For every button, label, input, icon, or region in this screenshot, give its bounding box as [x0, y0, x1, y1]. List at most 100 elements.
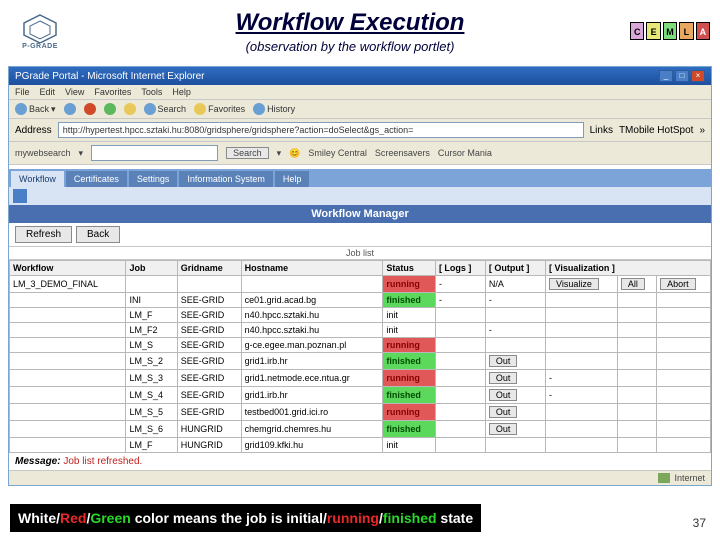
links-item[interactable]: TMobile HotSpot [619, 125, 693, 136]
status-cell: running [383, 370, 436, 387]
statusbar: Internet [9, 470, 711, 485]
address-input[interactable] [58, 122, 584, 138]
favorites-button[interactable]: Favorites [194, 103, 245, 115]
workflow-manager-title: Workflow Manager [9, 205, 711, 223]
output-button[interactable]: Out [489, 372, 518, 384]
output-button[interactable]: Out [489, 406, 518, 418]
viz-button[interactable]: Abort [660, 278, 696, 290]
close-button[interactable]: × [691, 70, 705, 82]
tab-certificates[interactable]: Certificates [66, 171, 127, 187]
status-cell: finished [383, 387, 436, 404]
opt-screensavers[interactable]: Screensavers [375, 148, 430, 158]
search-button[interactable]: Search [144, 103, 187, 115]
logo-label: P-GRADE [22, 43, 58, 50]
table-row: LM_S_6HUNGRIDchemgrid.chemres.hufinished… [10, 421, 711, 438]
forward-button[interactable] [64, 103, 76, 115]
refresh-button[interactable] [104, 103, 116, 115]
status-cell: running [383, 404, 436, 421]
links-label: Links [590, 125, 613, 136]
address-label: Address [15, 125, 52, 136]
stop-icon [84, 103, 96, 115]
col-1: Job [126, 261, 177, 276]
menu-file[interactable]: File [15, 87, 30, 97]
back-icon [15, 103, 27, 115]
refresh-icon [104, 103, 116, 115]
search-icon [144, 103, 156, 115]
websearch-input[interactable] [91, 145, 218, 161]
tab-infosys[interactable]: Information System [179, 171, 273, 187]
status-cell: running [383, 276, 436, 293]
forward-icon [64, 103, 76, 115]
home-icon [124, 103, 136, 115]
col-5: [ Logs ] [435, 261, 485, 276]
output-button[interactable]: Out [489, 355, 518, 367]
menu-edit[interactable]: Edit [40, 87, 56, 97]
table-row: LM_F2SEE-GRIDn40.hpcc.sztaki.huinit- [10, 323, 711, 338]
table-row: LM_S_4SEE-GRIDgrid1.irb.hrfinishedOut- [10, 387, 711, 404]
window-title: PGrade Portal - Microsoft Internet Explo… [15, 71, 205, 82]
puzzle-logo: C E M L A [630, 11, 710, 51]
history-icon [253, 103, 265, 115]
tab-workflow[interactable]: Workflow [11, 171, 64, 187]
minimize-button[interactable]: _ [659, 70, 673, 82]
pgrade-logo: P-GRADE [10, 6, 70, 56]
status-cell: finished [383, 353, 436, 370]
tab-help[interactable]: Help [275, 171, 310, 187]
menu-favorites[interactable]: Favorites [94, 87, 131, 97]
status-cell: finished [383, 421, 436, 438]
refresh-wf-button[interactable]: Refresh [15, 226, 72, 243]
toolbar: Back ▾ Search Favorites History [9, 100, 711, 119]
message-bar: Message: Job list refreshed. [9, 453, 711, 470]
status-text: Internet [674, 473, 705, 483]
star-icon [194, 103, 206, 115]
addressbar: Address Links TMobile HotSpot » [9, 119, 711, 142]
status-cell: init [383, 323, 436, 338]
col-0: Workflow [10, 261, 126, 276]
table-row: LM_FSEE-GRIDn40.hpcc.sztaki.huinit [10, 308, 711, 323]
viz-button[interactable]: All [621, 278, 645, 290]
websearch-button[interactable]: Search [226, 147, 269, 159]
workflow-table: WorkflowJobGridnameHostnameStatus[ Logs … [9, 260, 711, 453]
back-button[interactable]: Back ▾ [15, 103, 56, 115]
menu-help[interactable]: Help [172, 87, 191, 97]
searchbar-label: mywebsearch [15, 148, 71, 158]
menubar: File Edit View Favorites Tools Help [9, 85, 711, 100]
color-legend: White/Red/Green color means the job is i… [10, 504, 481, 532]
output-button[interactable]: Out [489, 389, 518, 401]
maximize-button[interactable]: □ [675, 70, 689, 82]
col-4: Status [383, 261, 436, 276]
subnav-icon[interactable] [13, 189, 27, 203]
col-2: Gridname [177, 261, 241, 276]
opt-smiley[interactable]: Smiley Central [308, 148, 367, 158]
joblist-label: Job list [9, 246, 711, 260]
tab-settings[interactable]: Settings [129, 171, 178, 187]
home-button[interactable] [124, 103, 136, 115]
status-cell: init [383, 308, 436, 323]
col-7: [ Visualization ] [545, 261, 710, 276]
table-row: LM_3_DEMO_FINALrunning-N/AVisualizeAllAb… [10, 276, 711, 293]
status-cell: finished [383, 293, 436, 308]
browser-window: PGrade Portal - Microsoft Internet Explo… [8, 66, 712, 486]
opt-cursor[interactable]: Cursor Mania [438, 148, 492, 158]
status-cell: init [383, 438, 436, 453]
page-title: Workflow Execution [82, 9, 618, 37]
menu-view[interactable]: View [65, 87, 84, 97]
output-button[interactable]: Out [489, 423, 518, 435]
status-cell: running [383, 338, 436, 353]
message-text: Job list refreshed. [63, 456, 142, 467]
col-3: Hostname [241, 261, 383, 276]
table-row: LM_SSEE-GRIDg-ce.egee.man.poznan.plrunni… [10, 338, 711, 353]
menu-tools[interactable]: Tools [141, 87, 162, 97]
history-button[interactable]: History [253, 103, 295, 115]
portal-subnav [9, 187, 711, 205]
internet-zone-icon [658, 473, 670, 483]
stop-button[interactable] [84, 103, 96, 115]
back-wf-button[interactable]: Back [76, 226, 120, 243]
table-row: LM_S_3SEE-GRIDgrid1.netmode.ece.ntua.grr… [10, 370, 711, 387]
col-6: [ Output ] [485, 261, 545, 276]
table-row: LM_S_2SEE-GRIDgrid1.irb.hrfinishedOut [10, 353, 711, 370]
page-subtitle: (observation by the workflow portlet) [82, 39, 618, 54]
page-number: 37 [693, 516, 706, 530]
viz-button[interactable]: Visualize [549, 278, 599, 290]
titlebar: PGrade Portal - Microsoft Internet Explo… [9, 67, 711, 85]
